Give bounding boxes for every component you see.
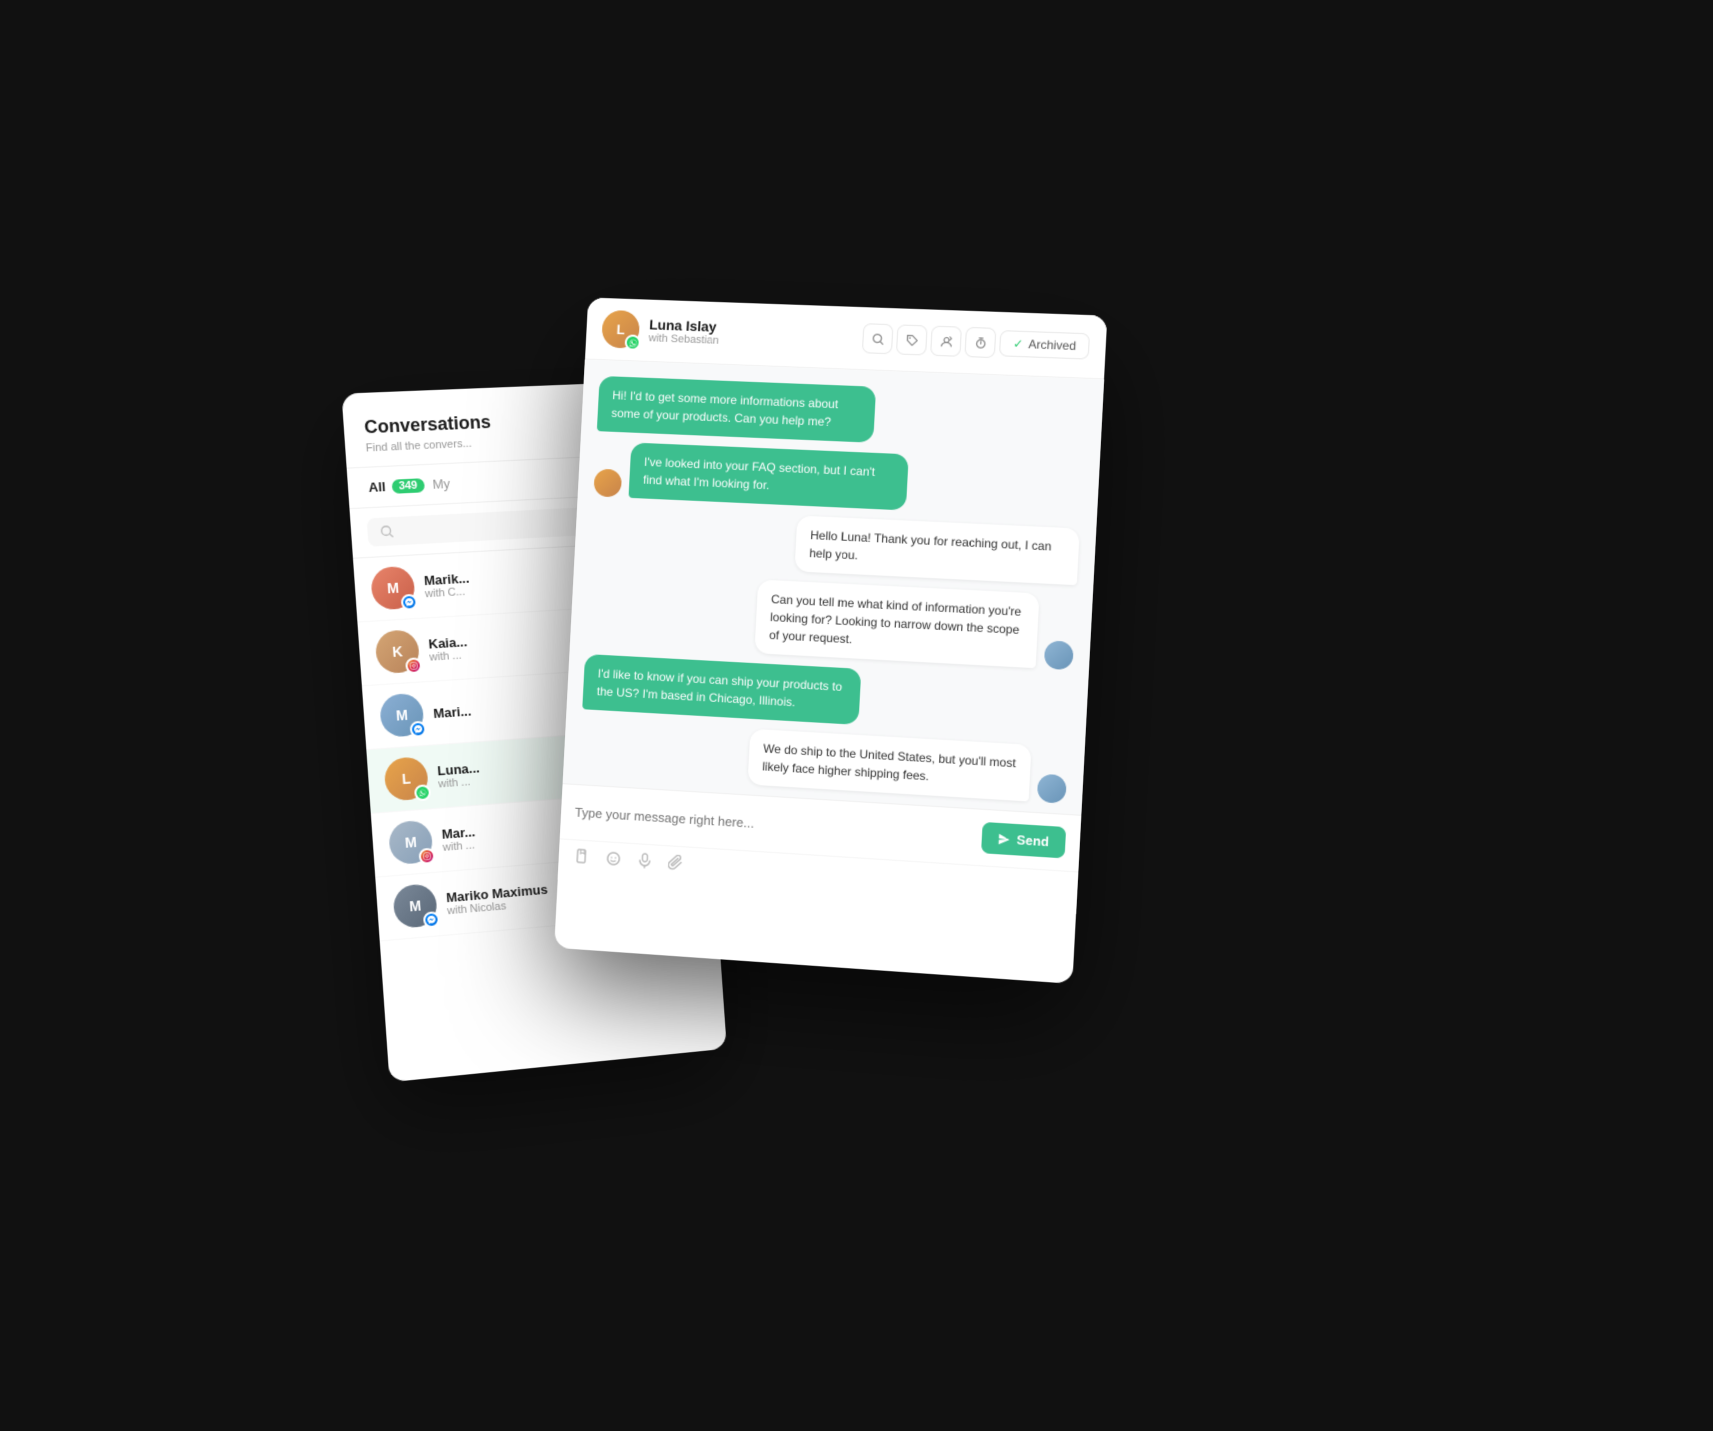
message-bubble: Hello Luna! Thank you for reaching out, … (794, 515, 1079, 585)
avatar: M (370, 565, 416, 610)
chat-panel: L Luna Islay with Sebastian (554, 297, 1107, 983)
tab-all-label: All (368, 479, 386, 495)
tab-all-badge: 349 (391, 477, 425, 493)
file-icon[interactable] (573, 848, 590, 870)
chat-avatar-wrap: L (601, 309, 640, 348)
message-row: Can you tell me what kind of information… (585, 571, 1076, 670)
message-row: Hi! I'd to get some more informations ab… (596, 375, 1086, 451)
channel-badge-whatsapp (624, 334, 640, 350)
tab-all[interactable]: All 349 (368, 477, 425, 495)
chat-messages-area: Hi! I'd to get some more informations ab… (562, 359, 1103, 814)
mic-icon[interactable] (636, 852, 653, 874)
send-label: Send (1016, 832, 1049, 849)
search-button[interactable] (862, 323, 894, 354)
send-button[interactable]: Send (981, 821, 1066, 857)
channel-badge-messenger (400, 593, 417, 610)
message-input[interactable] (574, 804, 972, 844)
assign-button[interactable] (930, 325, 962, 356)
chat-contact-info: Luna Islay with Sebastian (648, 316, 853, 351)
message-row: Hello Luna! Thank you for reaching out, … (589, 506, 1079, 585)
archived-label: Archived (1028, 337, 1076, 353)
avatar (1043, 640, 1073, 670)
channel-badge-instagram (405, 657, 422, 674)
avatar: M (378, 692, 424, 737)
chat-actions: ✓ Archived (862, 323, 1090, 361)
channel-badge-messenger (409, 720, 426, 737)
message-bubble: Hi! I'd to get some more informations ab… (596, 375, 875, 442)
emoji-icon[interactable] (605, 850, 622, 872)
check-icon: ✓ (1012, 336, 1023, 350)
avatar (593, 468, 622, 497)
message-bubble: Can you tell me what kind of information… (754, 579, 1039, 668)
scene: Conversations Find all the convers... Al… (407, 266, 1307, 1166)
tag-button[interactable] (896, 324, 928, 355)
attachment-icon[interactable] (667, 854, 684, 876)
avatar: L (383, 756, 429, 802)
channel-badge-messenger (422, 910, 439, 928)
message-bubble: I'd like to know if you can ship your pr… (582, 653, 861, 724)
avatar: M (387, 819, 433, 865)
tab-my[interactable]: My (432, 475, 451, 491)
search-icon (379, 524, 394, 539)
channel-badge-instagram (418, 847, 435, 864)
archived-button[interactable]: ✓ Archived (999, 330, 1090, 360)
avatar: M (392, 882, 438, 928)
message-bubble: We do ship to the United States, but you… (747, 728, 1031, 801)
avatar (1036, 773, 1066, 803)
message-row: I've looked into your FAQ section, but I… (593, 440, 1083, 517)
message-bubble: I've looked into your FAQ section, but I… (628, 442, 908, 510)
timer-button[interactable] (964, 326, 996, 357)
avatar: K (374, 629, 420, 674)
send-icon (997, 832, 1010, 845)
channel-badge-whatsapp (413, 784, 430, 801)
